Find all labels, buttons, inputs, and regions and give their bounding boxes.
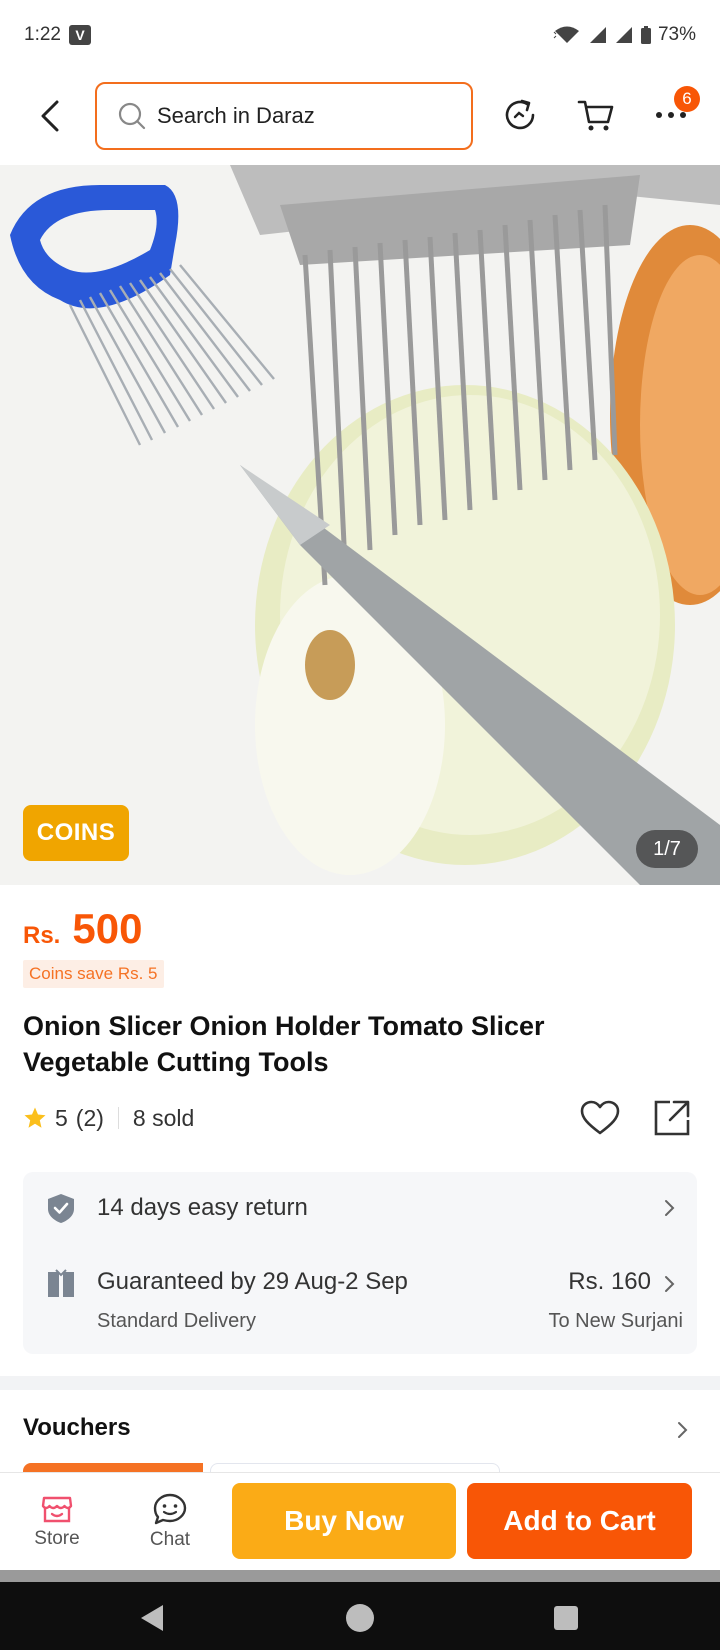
star-icon <box>24 1107 46 1128</box>
service-card: 14 days easy return Guaranteed by 29 Aug… <box>23 1172 697 1354</box>
chevron-right-icon <box>665 1200 675 1216</box>
delivery-row[interactable]: Guaranteed by 29 Aug-2 Sep Standard Deli… <box>23 1252 697 1352</box>
battery-percent: 73% <box>657 24 696 45</box>
product-photo <box>0 165 720 885</box>
package-icon <box>48 1269 74 1297</box>
coins-save-badge: Coins save Rs. 5 <box>23 960 164 988</box>
image-page-counter: 1/7 <box>636 830 698 868</box>
delivery-type: Standard Delivery <box>97 1310 256 1332</box>
product-title: Onion Slicer Onion Holder Tomato Slicer … <box>23 1011 545 1077</box>
square-recents-icon <box>554 1606 578 1630</box>
shield-check-icon <box>48 1194 74 1223</box>
status-bar: 1:22 V 73% <box>0 0 720 70</box>
history-button[interactable] <box>497 92 543 138</box>
section-divider <box>0 1376 720 1390</box>
wifi-icon <box>553 26 579 43</box>
search-icon <box>118 102 146 130</box>
signal-icon <box>589 27 606 43</box>
product-image-gallery[interactable] <box>0 165 720 885</box>
vouchers-title[interactable]: Vouchers <box>23 1414 131 1442</box>
store-icon <box>41 1496 73 1523</box>
add-to-cart-button[interactable]: Add to Cart <box>467 1483 692 1559</box>
search-bar[interactable] <box>95 82 473 150</box>
rating-count: (2) <box>75 1104 104 1131</box>
return-text: 14 days easy return <box>97 1194 308 1221</box>
price-value: 500 <box>72 905 143 952</box>
sold-count: 8 sold <box>132 1104 195 1131</box>
refresh-history-icon <box>505 99 535 130</box>
chevron-left-icon <box>41 100 59 132</box>
cart-icon <box>577 100 614 131</box>
chevron-right-icon[interactable] <box>674 1420 690 1440</box>
notification-badge: 6 <box>674 86 700 112</box>
nav-back-button[interactable] <box>132 1598 172 1638</box>
signal-icon-2 <box>615 27 632 43</box>
chat-button[interactable]: Chat <box>125 1473 215 1571</box>
system-navigation-bar <box>0 1582 720 1650</box>
coins-tag: COINS <box>23 805 129 861</box>
status-time: 1:22 <box>24 24 61 45</box>
delivery-price: Rs. 160 <box>568 1268 651 1295</box>
return-policy-row[interactable]: 14 days easy return <box>23 1172 697 1244</box>
nav-home-button[interactable] <box>340 1598 380 1638</box>
back-button[interactable] <box>30 94 70 138</box>
top-header: 6 <box>0 80 720 152</box>
status-indicators: 73% <box>552 24 696 46</box>
chat-icon <box>153 1493 187 1525</box>
rating-divider <box>117 1107 119 1129</box>
share-icon <box>654 1100 690 1136</box>
delivery-guarantee-text: Guaranteed by 29 Aug-2 Sep <box>97 1268 408 1295</box>
price: Rs. 500 <box>23 905 142 953</box>
share-button[interactable] <box>650 1096 694 1140</box>
battery-icon <box>640 26 651 44</box>
triangle-back-icon <box>141 1605 163 1631</box>
store-button[interactable]: Store <box>12 1473 102 1571</box>
delivery-destination: To New Surjani <box>548 1310 683 1332</box>
price-currency: Rs. <box>23 922 61 949</box>
nav-recents-button[interactable] <box>546 1598 586 1638</box>
search-input[interactable] <box>157 103 437 129</box>
chevron-right-icon <box>665 1276 675 1292</box>
chat-label: Chat <box>149 1529 191 1550</box>
bottom-action-bar: Store Chat Buy Now Add to Cart <box>0 1472 720 1570</box>
cart-button[interactable] <box>573 92 619 138</box>
circle-home-icon <box>346 1604 374 1632</box>
buy-now-button[interactable]: Buy Now <box>232 1483 456 1559</box>
rating-value: 5 <box>55 1104 68 1131</box>
more-menu-button[interactable]: 6 <box>648 86 700 138</box>
system-divider <box>0 1570 720 1582</box>
wishlist-button[interactable] <box>578 1096 622 1140</box>
heart-icon <box>580 1100 620 1135</box>
app-notification-icon: V <box>68 25 91 45</box>
store-label: Store <box>34 1528 80 1549</box>
rating-row[interactable]: 5 (2) 8 sold <box>23 1100 194 1136</box>
